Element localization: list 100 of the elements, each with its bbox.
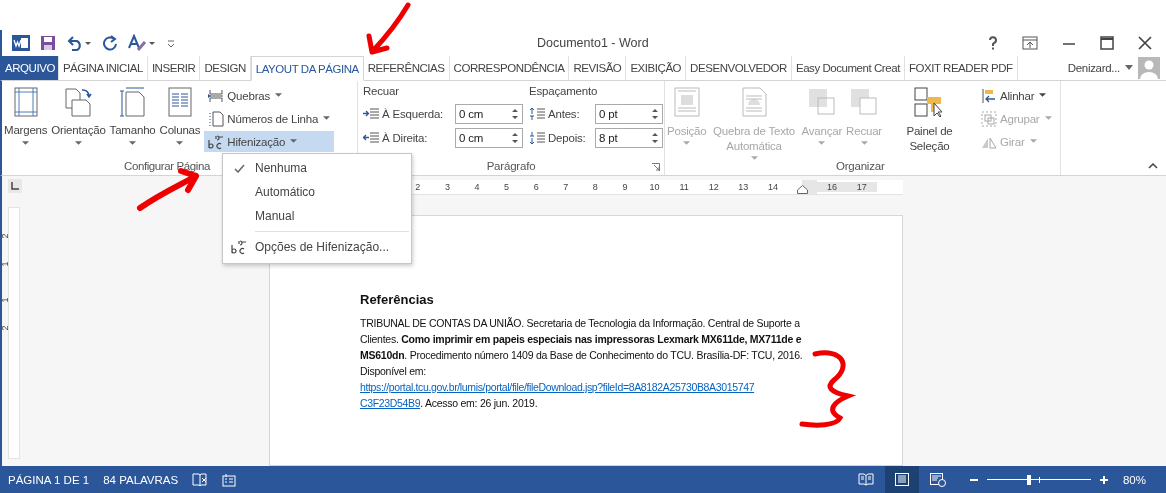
ruler-number: 1	[0, 261, 11, 267]
page-break-icon	[208, 87, 225, 104]
hyphenation-icon	[208, 133, 225, 150]
word-count[interactable]: 84 PALAVRAS	[103, 473, 179, 486]
selection-pane-icon	[913, 86, 946, 118]
ruler-number: 3	[443, 182, 451, 192]
ribbon-tab[interactable]: DESENVOLVEDOR	[686, 56, 792, 80]
field-label: À Esquerda:	[382, 108, 445, 120]
check-icon	[233, 163, 245, 173]
ribbon-tab[interactable]: INSERIR	[147, 56, 201, 80]
menu-item[interactable]: Nenhuma	[223, 156, 411, 180]
ribbon-display-icon[interactable]	[1022, 36, 1038, 50]
caret-icon	[176, 141, 184, 146]
ribbon-tab[interactable]: CORRESPONDÊNCIA	[449, 56, 570, 80]
ruler-number: 7	[562, 182, 570, 192]
web-layout-icon	[929, 472, 946, 487]
ribbon-tab[interactable]: Easy Document Creat	[791, 56, 905, 80]
close-icon[interactable]	[1138, 36, 1152, 50]
customize-icon[interactable]	[166, 38, 176, 48]
indent-icon	[363, 108, 379, 120]
ribbon-button[interactable]: Painel de Seleção	[884, 85, 975, 154]
ribbon-button[interactable]: Números de Linha	[204, 108, 335, 129]
word-logo-icon[interactable]	[12, 34, 30, 52]
link[interactable]: https://portal.tcu.gov.br/lumis/portal/file/fileDownload.jsp?fileId=8A8182A25730B8A3015747	[360, 381, 755, 393]
menu-item[interactable]: Manual	[223, 204, 411, 228]
redo-icon[interactable]	[102, 35, 118, 51]
spin-field[interactable]: 0 pt	[595, 104, 663, 124]
ribbon-tab[interactable]: PÁGINA INICIAL	[58, 56, 148, 80]
caret-icon	[1029, 139, 1037, 144]
zoom-slider-thumb[interactable]	[1026, 474, 1031, 485]
caret-icon	[290, 139, 298, 144]
user-name[interactable]: Denizard...	[1067, 62, 1120, 74]
ribbon-tab[interactable]: LAYOUT DA PÁGINA	[250, 56, 364, 81]
ribbon-button[interactable]: Quebras	[204, 85, 335, 106]
field-label: Antes:	[548, 108, 581, 120]
field-label: À Direita:	[382, 132, 429, 144]
pages-icon	[62, 86, 95, 118]
ribbon-tab[interactable]: ARQUIVO	[2, 56, 59, 80]
tab-stop-icon	[11, 182, 19, 190]
section-heading: Referências	[360, 292, 435, 307]
ribbon-tab[interactable]: REFERÊNCIAS	[363, 56, 450, 80]
align-icon	[981, 87, 997, 104]
ribbon-button[interactable]: Orientação	[49, 85, 108, 146]
zoom-in-icon[interactable]	[1098, 474, 1109, 485]
spin-field[interactable]: 0 cm	[455, 104, 523, 124]
proofing-icon[interactable]	[192, 472, 209, 487]
tab-selector[interactable]	[8, 179, 22, 193]
ribbon-tab[interactable]: REVISÃO	[569, 56, 627, 80]
zoom-level[interactable]: 80%	[1122, 473, 1166, 486]
caret-icon	[860, 141, 868, 146]
undo-icon[interactable]	[66, 35, 92, 51]
macro-icon[interactable]	[222, 472, 237, 487]
caret-icon	[1039, 93, 1047, 98]
spin-arrows-icon[interactable]	[651, 107, 659, 121]
save-icon[interactable]	[40, 35, 56, 51]
spin-field[interactable]: 8 pt	[595, 128, 663, 148]
hyphenation-icon	[231, 239, 247, 255]
zoom-slider[interactable]	[986, 474, 1091, 485]
spin-arrows-icon[interactable]	[511, 107, 519, 121]
menu-item[interactable]: Opções de Hifenização...	[223, 235, 411, 259]
group-icon	[981, 110, 997, 127]
spin-arrows-icon[interactable]	[511, 131, 519, 145]
print-layout-icon	[894, 473, 909, 486]
ruler-number: 2	[0, 325, 11, 331]
spelling-icon[interactable]	[128, 34, 156, 52]
collapse-ribbon-icon[interactable]	[1148, 163, 1158, 169]
ribbon-button[interactable]: Hifenização	[204, 131, 335, 152]
maximize-icon[interactable]	[1100, 36, 1114, 50]
spin-field[interactable]: 0 cm	[455, 128, 523, 148]
spin-arrows-icon[interactable]	[651, 131, 659, 145]
help-icon[interactable]	[988, 36, 998, 50]
ruler-number: 2	[414, 182, 422, 192]
caret-icon	[129, 141, 137, 146]
caret-icon[interactable]	[1125, 65, 1133, 71]
dialog-launcher-icon[interactable]	[652, 163, 660, 171]
caret-icon	[1044, 116, 1052, 121]
indent-icon	[363, 132, 379, 144]
group-label: Parágrafo	[486, 160, 536, 172]
spacing-icon	[529, 107, 545, 121]
caret-icon	[750, 156, 758, 161]
caret-icon	[74, 141, 82, 146]
spacing-icon	[529, 131, 545, 145]
view-button[interactable]	[884, 466, 919, 493]
caret-icon	[818, 141, 826, 146]
ribbon-button[interactable]: Colunas	[157, 85, 203, 146]
caret-icon	[683, 141, 691, 146]
menu-item[interactable]: Automático	[223, 180, 411, 204]
ruler-number: 14	[766, 182, 779, 192]
ribbon-button[interactable]: Alinhar	[977, 85, 1056, 106]
ruler-number: 9	[621, 182, 629, 192]
ruler-number: 6	[532, 182, 540, 192]
page-count[interactable]: PÁGINA 1 DE 1	[8, 473, 90, 486]
group-label: Organizar	[835, 160, 885, 172]
ribbon-button[interactable]: Tamanho	[107, 85, 158, 146]
ribbon-tab[interactable]: DESIGN	[200, 56, 251, 80]
access-date-text: . Acesso em: 26 jun. 2019.	[420, 397, 538, 409]
ribbon-tab[interactable]: FOXIT READER PDF	[904, 56, 1018, 80]
ribbon-tab[interactable]: EXIBIÇÃO	[626, 56, 687, 80]
indent-marker-icon[interactable]	[797, 185, 808, 194]
ribbon-button[interactable]: Margens	[2, 85, 50, 146]
